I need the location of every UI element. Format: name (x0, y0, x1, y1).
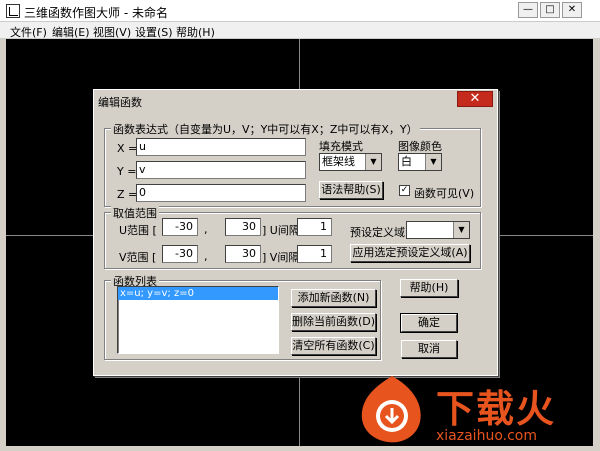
u-min-input[interactable]: -30 (162, 218, 198, 236)
visible-label: 函数可见(V) (414, 187, 475, 200)
app-icon (6, 4, 20, 18)
apply-preset-button[interactable]: 应用选定预设定义域(A) (350, 244, 470, 262)
y-expression-input[interactable]: v (136, 161, 306, 179)
dialog-title: 编辑函数 (98, 96, 142, 109)
window-titlebar: 三维函数作图大师 - 未命名 — □ ✕ (0, 0, 600, 22)
maximize-button[interactable]: □ (540, 2, 560, 18)
u-comma: , (204, 223, 208, 236)
menu-settings[interactable]: 设置(S) (135, 24, 173, 40)
fill-mode-value: 框架线 (322, 155, 355, 168)
watermark-logo (352, 372, 434, 446)
u-interval-label: ] U间隔 (262, 224, 300, 237)
preset-domain-select[interactable]: ▼ (406, 221, 470, 239)
dialog-close-button[interactable]: ✕ (457, 91, 493, 107)
minimize-button[interactable]: — (518, 2, 538, 18)
image-color-select[interactable]: 白 ▼ (398, 153, 442, 171)
x-label: X = (117, 142, 138, 155)
preset-label: 预设定义域: (350, 226, 409, 239)
delete-function-button[interactable]: 删除当前函数(D) (291, 313, 376, 331)
u-interval-input[interactable]: 1 (297, 218, 332, 236)
function-listbox[interactable]: x=u; y=v; z=0 (117, 286, 279, 354)
dialog-titlebar: 编辑函数 ✕ (94, 90, 497, 112)
v-range-label: V范围 [ (119, 251, 157, 264)
v-comma: , (204, 250, 208, 263)
menu-edit[interactable]: 编辑(E) (52, 24, 90, 40)
fill-mode-label: 填充模式 (319, 140, 363, 153)
menu-view[interactable]: 视图(V) (93, 24, 131, 40)
clear-functions-button[interactable]: 清空所有函数(C) (291, 337, 376, 355)
v-interval-label: ] V间隔 (262, 251, 300, 264)
menu-help[interactable]: 帮助(H) (176, 24, 215, 40)
y-label: Y = (117, 165, 137, 178)
add-function-button[interactable]: 添加新函数(N) (291, 289, 376, 307)
watermark-text: 下载火 (436, 387, 557, 431)
menu-bar: 文件(F) 编辑(E) 视图(V) 设置(S) 帮助(H) (0, 22, 600, 39)
expr-group-label: 函数表达式（自变量为U，V；Y中可以有X；Z中可以有X，Y） (111, 121, 420, 137)
v-min-input[interactable]: -30 (162, 245, 198, 263)
cancel-button[interactable]: 取消 (401, 340, 457, 358)
u-max-input[interactable]: 30 (225, 218, 261, 236)
menu-file[interactable]: 文件(F) (10, 24, 47, 40)
v-interval-input[interactable]: 1 (297, 245, 332, 263)
visible-checkbox[interactable]: ✓ (399, 185, 410, 196)
chevron-down-icon: ▼ (453, 222, 469, 238)
range-group-label: 取值范围 (111, 205, 159, 221)
fill-mode-select[interactable]: 框架线 ▼ (319, 153, 382, 171)
z-expression-input[interactable]: 0 (136, 184, 306, 202)
close-button[interactable]: ✕ (562, 2, 582, 18)
image-color-label: 图像颜色 (398, 140, 442, 153)
syntax-help-button[interactable]: 语法帮助(S) (319, 181, 383, 199)
list-item[interactable]: x=u; y=v; z=0 (118, 287, 278, 300)
watermark-url: xiazaihuo.com (436, 428, 537, 444)
ok-button[interactable]: 确定 (400, 313, 458, 333)
edit-function-dialog: 编辑函数 ✕ 函数表达式（自变量为U，V；Y中可以有X；Z中可以有X，Y） X … (93, 89, 498, 376)
x-expression-input[interactable]: u (136, 138, 306, 156)
u-range-label: U范围 [ (119, 224, 157, 237)
help-button[interactable]: 帮助(H) (400, 279, 458, 297)
z-label: Z = (117, 188, 138, 201)
v-max-input[interactable]: 30 (225, 245, 261, 263)
chevron-down-icon: ▼ (425, 154, 441, 170)
window-title: 三维函数作图大师 - 未命名 (24, 6, 168, 20)
chevron-down-icon: ▼ (365, 154, 381, 170)
image-color-value: 白 (401, 155, 412, 168)
